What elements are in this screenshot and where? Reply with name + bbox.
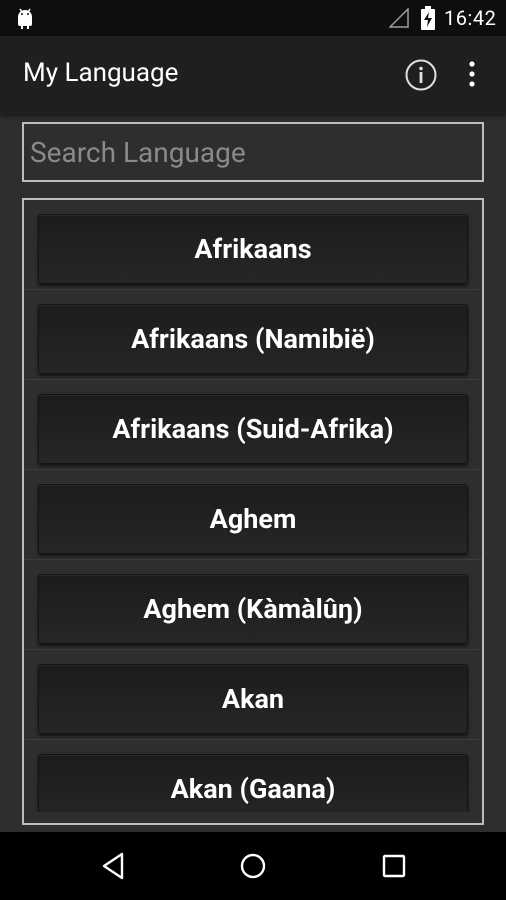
search-field [22, 122, 484, 182]
list-item: Aghem [24, 470, 482, 560]
recents-icon[interactable] [378, 850, 410, 882]
language-list-scroll[interactable]: Afrikaans Afrikaans (Namibië) Afrikaans … [24, 200, 482, 812]
status-bar: 16:42 [0, 0, 506, 36]
android-icon [18, 8, 32, 29]
navigation-bar [0, 832, 506, 900]
language-button-afrikaans-namibie[interactable]: Afrikaans (Namibië) [38, 304, 468, 374]
language-button-akan-gaana[interactable]: Akan (Gaana) [38, 754, 468, 812]
language-button-akan[interactable]: Akan [38, 664, 468, 734]
list-item: Afrikaans [24, 200, 482, 290]
home-icon[interactable] [237, 850, 269, 882]
back-icon[interactable] [98, 850, 130, 882]
language-button-afrikaans[interactable]: Afrikaans [38, 214, 468, 284]
signal-icon [389, 8, 409, 28]
list-item: Aghem (Kàmàlûŋ) [24, 560, 482, 650]
language-list[interactable]: Afrikaans Afrikaans (Namibië) Afrikaans … [22, 198, 484, 825]
list-item: Afrikaans (Suid-Afrika) [24, 380, 482, 470]
app-bar: My Language [0, 36, 506, 114]
status-time: 16:42 [444, 6, 497, 30]
info-icon[interactable] [404, 58, 438, 92]
language-button-aghem-kamalun[interactable]: Aghem (Kàmàlûŋ) [38, 574, 468, 644]
app-title: My Language [23, 58, 179, 88]
language-button-afrikaans-suid-afrika[interactable]: Afrikaans (Suid-Afrika) [38, 394, 468, 464]
language-button-aghem[interactable]: Aghem [38, 484, 468, 554]
list-item: Akan [24, 650, 482, 740]
list-item: Afrikaans (Namibië) [24, 290, 482, 380]
search-input[interactable] [24, 124, 482, 180]
overflow-menu-icon[interactable] [460, 58, 484, 92]
battery-charging-icon [421, 6, 435, 30]
list-item: Akan (Gaana) [24, 740, 482, 812]
